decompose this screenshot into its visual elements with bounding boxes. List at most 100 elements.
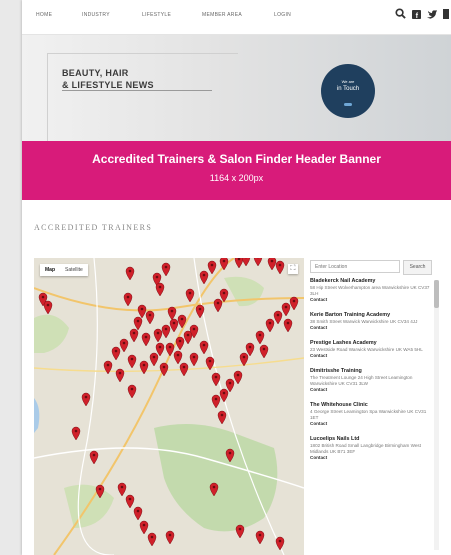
map-marker-dot [222,391,226,395]
map-marker-dot [92,453,96,457]
menu-icon[interactable] [443,8,449,22]
map-marker-dot [164,265,168,269]
entry-name[interactable]: Kerie Barton Training Academy [310,312,430,319]
map-marker-dot [214,375,218,379]
entry-name[interactable]: The Whitehouse Clinic [310,402,430,409]
hero-header: BEAUTY, HAIR & LIFESTYLE NEWS We are in … [22,35,451,141]
map-marker-dot [158,345,162,349]
map-marker-dot [198,307,202,311]
map-marker-dot [130,387,134,391]
list-item: Lucoelips Nails Ltd 1802 British Road Sm… [310,436,430,461]
trainer-map[interactable]: Map Satellite ⛶ [34,258,304,555]
badge-main-text: in Touch [336,86,360,92]
fullscreen-icon[interactable]: ⛶ [288,264,298,274]
entry-address: 23 Westside Road Warwick Warwickshire UK… [310,347,423,352]
map-marker-dot [126,295,130,299]
list-item: Prestige Lashes Academy 23 Westside Road… [310,340,430,359]
map-marker-dot [84,395,88,399]
map-marker-dot [236,373,240,377]
tab-map[interactable]: Map [40,264,60,276]
map-marker-dot [192,327,196,331]
map-marker-dot [41,295,45,299]
map-marker-dot [176,353,180,357]
map-marker-dot [158,285,162,289]
entry-name[interactable]: Bladekerck Nail Academy [310,278,430,285]
entry-address: 4 George Street Leamington Spa Warwicksh… [310,409,427,420]
map-marker-dot [152,355,156,359]
in-touch-badge[interactable]: We are in Touch [321,64,375,118]
map-marker-dot [168,345,172,349]
map-marker-dot [162,365,166,369]
map-marker-dot [208,359,212,363]
entry-address: 58 Hip Street Wolverhampton area Warwick… [310,285,430,296]
section-title: ACCREDITED TRAINERS [34,223,153,232]
map-marker-dot [238,527,242,531]
map-marker-dot [216,301,220,305]
map-marker-dot [118,371,122,375]
map-canvas[interactable] [34,258,304,555]
scrollbar-thumb[interactable] [434,280,439,308]
map-marker-dot [170,309,174,313]
entry-address: 38 Smith Street Warwick Warwickshire UK … [310,319,418,324]
nav-item-home[interactable]: HOME [36,12,52,18]
location-search-input[interactable] [310,260,400,273]
contact-link[interactable]: Contact [310,297,430,303]
map-marker-dot [114,349,118,353]
map-marker-dot [136,319,140,323]
map-type-tabs: Map Satellite [40,264,88,276]
search-button[interactable]: Search [403,260,432,275]
map-marker-dot [132,331,136,335]
entry-name[interactable]: Dimitrisshe Training [310,368,430,375]
map-marker-dot [292,299,296,303]
entry-address: 1802 British Road Small Langbridge Birmi… [310,443,421,454]
map-marker-dot [178,339,182,343]
map-marker-dot [278,263,282,267]
contact-link[interactable]: Contact [310,325,430,331]
tab-satellite[interactable]: Satellite [60,264,88,276]
map-marker-dot [188,291,192,295]
map-marker-dot [258,533,262,537]
map-marker-dot [98,487,102,491]
list-item: The Whitehouse Clinic 4 George Street Le… [310,402,430,427]
map-marker-dot [228,381,232,385]
map-marker-dot [144,335,148,339]
trainer-finder-panel: Search Bladekerck Nail Academy 58 Hip St… [308,258,442,555]
map-marker-dot [168,533,172,537]
contact-link[interactable]: Contact [310,421,430,427]
entry-name[interactable]: Lucoelips Nails Ltd [310,436,430,443]
scrollbar-track[interactable] [434,280,439,550]
list-item: Kerie Barton Training Academy 38 Smith S… [310,312,430,331]
map-marker-dot [122,341,126,345]
map-marker-dot [150,535,154,539]
map-marker-dot [202,273,206,277]
map-marker-dot [268,321,272,325]
map-marker-dot [120,485,124,489]
map-marker-dot [222,259,226,263]
entry-address: The Treatment Lounge 24 High Street Leam… [310,375,413,386]
banner-size: 1164 x 200px [209,173,264,183]
nav-item-member-area[interactable]: MEMBER AREA [202,12,242,18]
search-icon[interactable] [395,8,406,22]
contact-link[interactable]: Contact [310,455,430,461]
map-marker-dot [156,331,160,335]
map-marker-dot [228,451,232,455]
nav-item-lifestyle[interactable]: LIFESTYLE [142,12,171,18]
header-banner: Accredited Trainers & Salon Finder Heade… [22,141,451,200]
entry-name[interactable]: Prestige Lashes Academy [310,340,430,347]
map-marker-dot [182,365,186,369]
contact-link[interactable]: Contact [310,387,430,393]
banner-title: Accredited Trainers & Salon Finder Heade… [92,152,381,166]
facebook-icon[interactable]: f [412,8,421,22]
map-marker-dot [242,355,246,359]
top-navigation: HOME INDUSTRY LIFESTYLE MEMBER AREA LOGI… [22,0,451,35]
map-marker-dot [248,345,252,349]
map-marker-dot [130,357,134,361]
map-marker-dot [140,307,144,311]
twitter-icon[interactable] [427,8,437,22]
nav-icon-group: f [395,8,449,22]
map-marker-dot [128,269,132,273]
nav-item-industry[interactable]: INDUSTRY [82,12,110,18]
map-marker-dot [128,497,132,501]
contact-link[interactable]: Contact [310,353,430,359]
nav-item-login[interactable]: LOGIN [274,12,291,18]
